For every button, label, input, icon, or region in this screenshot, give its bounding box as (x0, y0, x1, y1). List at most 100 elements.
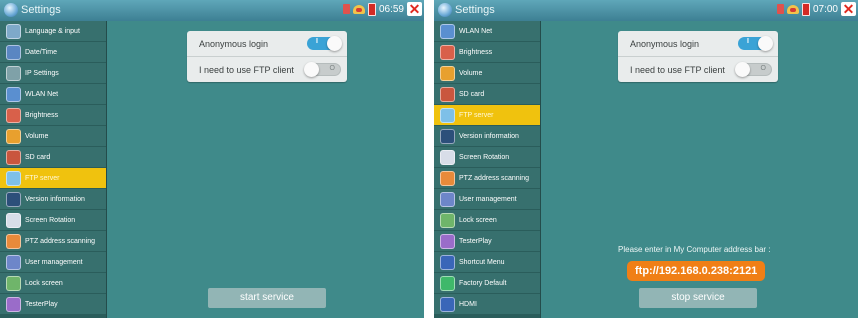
usb-icon (776, 4, 784, 14)
sd-card-icon (440, 86, 455, 102)
sidebar-item-label: IP Settings (25, 69, 59, 77)
ptz-icon (6, 233, 21, 249)
sidebar-item-screen-rotation[interactable]: Screen Rotation (0, 210, 106, 230)
start-service-button[interactable]: start service (208, 288, 326, 308)
sidebar-item-screen-rotation[interactable]: Screen Rotation (434, 147, 540, 167)
sidebar-item-volume[interactable]: Volume (434, 63, 540, 83)
toggle-state-label: O (329, 65, 335, 72)
sidebar-item-volume[interactable]: Volume (0, 126, 106, 146)
sidebar-item-ip-settings[interactable]: IP Settings (0, 63, 106, 83)
sidebar-item-testerplay[interactable]: TesterPlay (0, 294, 106, 314)
sidebar-item-version-information[interactable]: Version information (0, 189, 106, 209)
settings-window-left: Settings 06:59 ✕ Language & input Date/Ti… (0, 0, 424, 318)
sidebar-item-factory-default[interactable]: Factory Default (434, 273, 540, 293)
battery-icon (801, 2, 810, 16)
sidebar-item-wlan-net[interactable]: WLAN Net (434, 21, 540, 41)
brightness-icon (6, 107, 21, 123)
sidebar-item-ptz-address-scanning[interactable]: PTZ address scanning (434, 168, 540, 188)
lock-icon (6, 275, 21, 291)
sidebar-item-label: PTZ address scanning (459, 174, 530, 182)
sidebar-item-brightness[interactable]: Brightness (0, 105, 106, 125)
close-icon[interactable]: ✕ (407, 2, 422, 16)
lock-icon (440, 212, 455, 228)
option-label: I need to use FTP client (630, 64, 725, 75)
anonymous-login-row: Anonymous login I (618, 31, 778, 57)
sidebar-item-language-input[interactable]: Language & input (0, 21, 106, 41)
sidebar-item-label: Lock screen (459, 216, 497, 224)
ftp-address: ftp://192.168.0.238:2121 (627, 261, 766, 281)
reset-icon (440, 275, 455, 291)
sidebar-item-user-management[interactable]: User management (0, 252, 106, 272)
sidebar-item-label: Version information (459, 132, 519, 140)
option-label: Anonymous login (630, 38, 700, 49)
sidebar-item-brightness[interactable]: Brightness (434, 42, 540, 62)
brightness-icon (440, 44, 455, 60)
sidebar-item-version-information[interactable]: Version information (434, 126, 540, 146)
clock: 07:00 (812, 3, 838, 15)
sidebar-item-lock-screen[interactable]: Lock screen (434, 210, 540, 230)
ftp-client-toggle[interactable]: O (735, 62, 772, 77)
rotation-icon (6, 212, 21, 228)
hdmi-icon (440, 296, 455, 312)
sidebar-item-ftp-server[interactable]: FTP server (0, 168, 106, 188)
sidebar-item-label: TesterPlay (25, 300, 58, 308)
ftp-client-row: I need to use FTP client O (618, 57, 778, 82)
sd-card-icon (6, 149, 21, 165)
sidebar-item-label: Date/Time (25, 48, 58, 56)
anonymous-login-toggle[interactable]: I (738, 36, 773, 51)
settings-sidebar: Language & input Date/Time IP Settings WLAN… (0, 21, 107, 318)
sidebar-item-label: Brightness (459, 48, 493, 56)
usb-icon (342, 4, 350, 14)
sidebar-item-sd-card[interactable]: SD card (0, 147, 106, 167)
sidebar-item-label: Shortcut Menu (459, 258, 505, 266)
wifi-icon (6, 86, 21, 102)
shortcut-icon (440, 254, 455, 270)
clock: 06:59 (378, 3, 404, 15)
sidebar-item-ptz-address-scanning[interactable]: PTZ address scanning (0, 231, 106, 251)
sidebar-item-label: SD card (25, 153, 51, 161)
sidebar-item-lock-screen[interactable]: Lock screen (0, 273, 106, 293)
play-icon (6, 296, 21, 312)
status-bar: 06:59 ✕ (342, 2, 422, 16)
toggle-state-label: I (747, 38, 749, 45)
toggle-knob (735, 62, 750, 77)
ftp-icon (6, 170, 21, 186)
sidebar-item-shortcut-menu[interactable]: Shortcut Menu (434, 252, 540, 272)
sidebar-item-label: Screen Rotation (459, 153, 510, 161)
volume-icon (440, 65, 455, 81)
sidebar-item-sd-card[interactable]: SD card (434, 84, 540, 104)
title-bar: Settings 06:59 ✕ (0, 0, 424, 21)
sidebar-item-label: FTP server (25, 174, 60, 182)
ftp-client-toggle[interactable]: O (304, 62, 341, 77)
sidebar-item-date-time[interactable]: Date/Time (0, 42, 106, 62)
user-icon (6, 254, 21, 270)
sidebar-item-label: Factory Default (459, 279, 507, 287)
toggle-state-label: I (316, 38, 318, 45)
network-icon (6, 65, 21, 81)
user-icon (440, 191, 455, 207)
address-hint: Please enter in My Computer address bar … (618, 245, 771, 254)
close-icon[interactable]: ✕ (841, 2, 856, 16)
sidebar-item-label: WLAN Net (25, 90, 59, 98)
calendar-icon (6, 44, 21, 60)
anonymous-login-row: Anonymous login I (187, 31, 347, 57)
sidebar-item-user-management[interactable]: User management (434, 189, 540, 209)
sidebar-item-testerplay[interactable]: TesterPlay (434, 231, 540, 251)
sidebar-item-label: PTZ address scanning (25, 237, 96, 245)
sidebar-item-label: WLAN Net (459, 27, 493, 35)
ptz-icon (440, 170, 455, 186)
sidebar-item-wlan-net[interactable]: WLAN Net (0, 84, 106, 104)
anonymous-login-toggle[interactable]: I (307, 36, 342, 51)
network-status-icon (352, 4, 365, 14)
window-title: Settings (21, 4, 61, 16)
status-bar: 07:00 ✕ (776, 2, 856, 16)
sidebar-item-hdmi[interactable]: HDMI (434, 294, 540, 314)
sidebar-item-ftp-server[interactable]: FTP server (434, 105, 540, 125)
battery-icon (367, 2, 376, 16)
sidebar-item-label: Language & input (25, 27, 80, 35)
title-bar: Settings 07:00 ✕ (434, 0, 858, 21)
settings-app-icon (4, 3, 18, 17)
settings-app-icon (438, 3, 452, 17)
volume-icon (6, 128, 21, 144)
stop-service-button[interactable]: stop service (639, 288, 757, 308)
